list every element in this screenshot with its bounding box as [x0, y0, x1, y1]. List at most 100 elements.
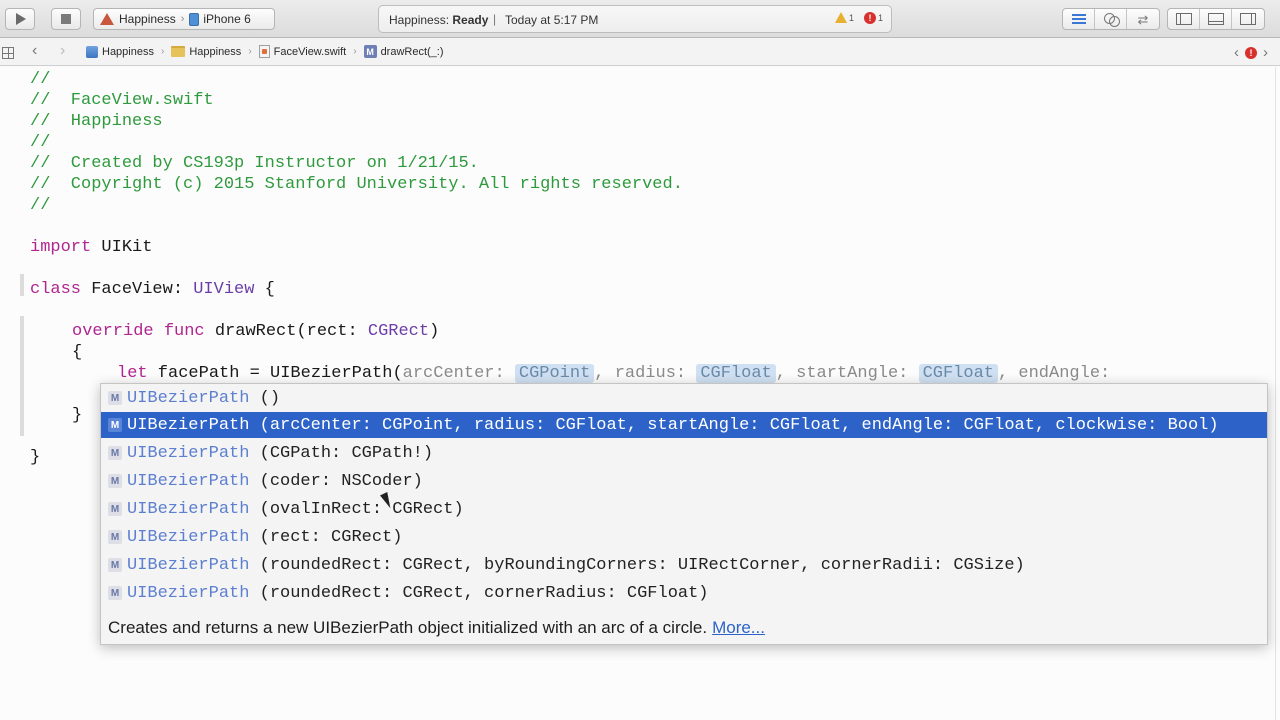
debug-pane-icon [1207, 13, 1224, 25]
crumb-file[interactable]: FaceView.swift [258, 45, 347, 58]
crumb-project[interactable]: Happiness [86, 45, 154, 58]
build-status: Happiness: Ready [389, 13, 488, 27]
folder-icon [171, 46, 186, 57]
utilities-toggle[interactable] [1232, 9, 1264, 29]
error-count: 1 [878, 13, 884, 23]
crumb-separator: › [160, 46, 165, 57]
code-open-brace-line: { [72, 343, 83, 362]
completion-item[interactable]: M UIBezierPath (rect: CGRect) [101, 524, 1267, 550]
status-app: Happiness: [389, 13, 450, 27]
superclass-type: UIView [193, 280, 255, 299]
completion-item[interactable]: M UIBezierPath () [101, 385, 1267, 411]
previous-issue-button[interactable]: ‹ [1234, 44, 1239, 61]
let-body: facePath = UIBezierPath( [147, 364, 403, 383]
completion-name: UIBezierPath [127, 388, 250, 408]
placeholder-sep: , radius: [594, 364, 697, 383]
scheme-selector[interactable]: Happiness › iPhone 6 [93, 8, 275, 30]
error-indicator[interactable]: ! 1 [864, 12, 883, 24]
placeholder-token[interactable]: CGPoint [514, 364, 595, 383]
completion-item[interactable]: M UIBezierPath (coder: NSCoder) [101, 468, 1267, 494]
assistant-editor-button[interactable] [1095, 9, 1127, 29]
placeholder-token[interactable]: CGFloat [918, 364, 998, 383]
code-comment-line: // Created by CS193p Instructor on 1/21/… [30, 154, 479, 173]
swift-file-icon [258, 45, 270, 58]
func-keyword: func [153, 322, 205, 341]
scheme-project[interactable]: Happiness [94, 12, 181, 26]
issue-error-icon[interactable]: ! [1245, 46, 1257, 59]
issue-navigation: ‹ ! › [1234, 44, 1268, 61]
crumb-group-label: Happiness [189, 45, 242, 58]
method-icon: M [108, 446, 122, 460]
method-icon: M [108, 474, 122, 488]
warning-count: 1 [849, 12, 855, 23]
scroll-track[interactable] [1275, 67, 1276, 720]
toolbar: Happiness › iPhone 6 Happiness: Ready | … [0, 0, 1280, 38]
completion-signature: (ovalInRect: CGRect) [249, 499, 464, 519]
let-keyword: let [117, 364, 148, 383]
scheme-device[interactable]: iPhone 6 [184, 12, 255, 26]
class-name: FaceView: [81, 280, 194, 299]
completion-signature: (rect: CGRect) [249, 527, 403, 547]
warning-indicator[interactable]: 1 [835, 12, 854, 23]
completion-name: UIBezierPath [127, 499, 250, 519]
code-comment-line: // [30, 196, 51, 215]
stop-button[interactable] [51, 8, 81, 30]
warning-icon [835, 12, 847, 23]
placeholder-token[interactable]: CGFloat [696, 364, 776, 383]
code-func-line: override func drawRect(rect: CGRect) [72, 321, 439, 342]
error-icon: ! [864, 12, 876, 24]
class-open-brace: { [254, 280, 275, 299]
version-editor-button[interactable]: ⇄ [1127, 9, 1159, 29]
run-button[interactable] [5, 8, 35, 30]
assistant-editor-icon [1103, 13, 1120, 27]
more-link[interactable]: More... [712, 618, 765, 638]
completion-name: UIBezierPath [127, 443, 250, 463]
crumb-project-label: Happiness [102, 45, 154, 58]
method-icon: M [108, 586, 122, 600]
code-comment-line: // [30, 70, 51, 89]
completion-description: Creates and returns a new UIBezierPath o… [101, 612, 1267, 644]
completion-name: UIBezierPath [127, 415, 250, 435]
code-comment-line: // FaceView.swift [30, 91, 214, 110]
forward-button[interactable]: › [60, 43, 65, 59]
completion-item[interactable]: M UIBezierPath (ovalInRect: CGRect) [101, 496, 1267, 522]
crumb-separator: › [353, 46, 357, 57]
code-comment-line: // Copyright (c) 2015 Stanford Universit… [30, 175, 683, 194]
method-icon: M [108, 558, 122, 572]
method-icon: M [108, 502, 122, 516]
func-signature: drawRect(rect: [204, 322, 368, 341]
back-button[interactable]: ‹ [32, 43, 37, 59]
jump-bar: ‹ › Happiness › Happiness › FaceView.swi… [0, 38, 1280, 66]
override-keyword: override [72, 322, 154, 341]
placeholder-sep: , endAngle: [998, 364, 1111, 383]
import-keyword: import [30, 238, 92, 257]
iphone-icon [189, 12, 200, 26]
completion-name: UIBezierPath [127, 471, 250, 491]
code-close-brace-line: } [72, 406, 83, 425]
completion-signature: (CGPath: CGPath!) [249, 443, 434, 463]
standard-editor-button[interactable] [1063, 9, 1095, 29]
view-panes-group [1167, 8, 1265, 30]
app-target-icon [99, 12, 115, 26]
navigator-toggle[interactable] [1168, 9, 1200, 29]
navigator-pane-icon [1175, 13, 1192, 25]
completion-name: UIBezierPath [127, 583, 250, 603]
crumb-file-label: FaceView.swift [273, 45, 347, 58]
completion-item-selected[interactable]: M UIBezierPath (arcCenter: CGPoint, radiu… [101, 412, 1267, 438]
editor-mode-group: ⇄ [1062, 8, 1160, 30]
next-issue-button[interactable]: › [1263, 44, 1268, 61]
completion-item[interactable]: M UIBezierPath (CGPath: CGPath!) [101, 440, 1267, 466]
crumb-method[interactable]: M drawRect(_:) [363, 45, 444, 58]
play-icon [16, 13, 26, 25]
related-items-icon[interactable] [2, 47, 14, 59]
debug-area-toggle[interactable] [1200, 9, 1232, 29]
param-type: CGRect [367, 322, 430, 341]
completion-item[interactable]: M UIBezierPath (roundedRect: CGRect, byRo… [101, 552, 1267, 578]
crumb-group[interactable]: Happiness [171, 46, 241, 58]
utilities-pane-icon [1240, 13, 1256, 25]
placeholder-arc-label: arcCenter: [402, 364, 515, 383]
completion-description-text: Creates and returns a new UIBezierPath o… [108, 618, 708, 637]
status-state: Ready [452, 13, 489, 27]
completion-item[interactable]: M UIBezierPath (roundedRect: CGRect, corn… [101, 580, 1267, 606]
breadcrumb: Happiness › Happiness › FaceView.swift ›… [86, 45, 444, 58]
